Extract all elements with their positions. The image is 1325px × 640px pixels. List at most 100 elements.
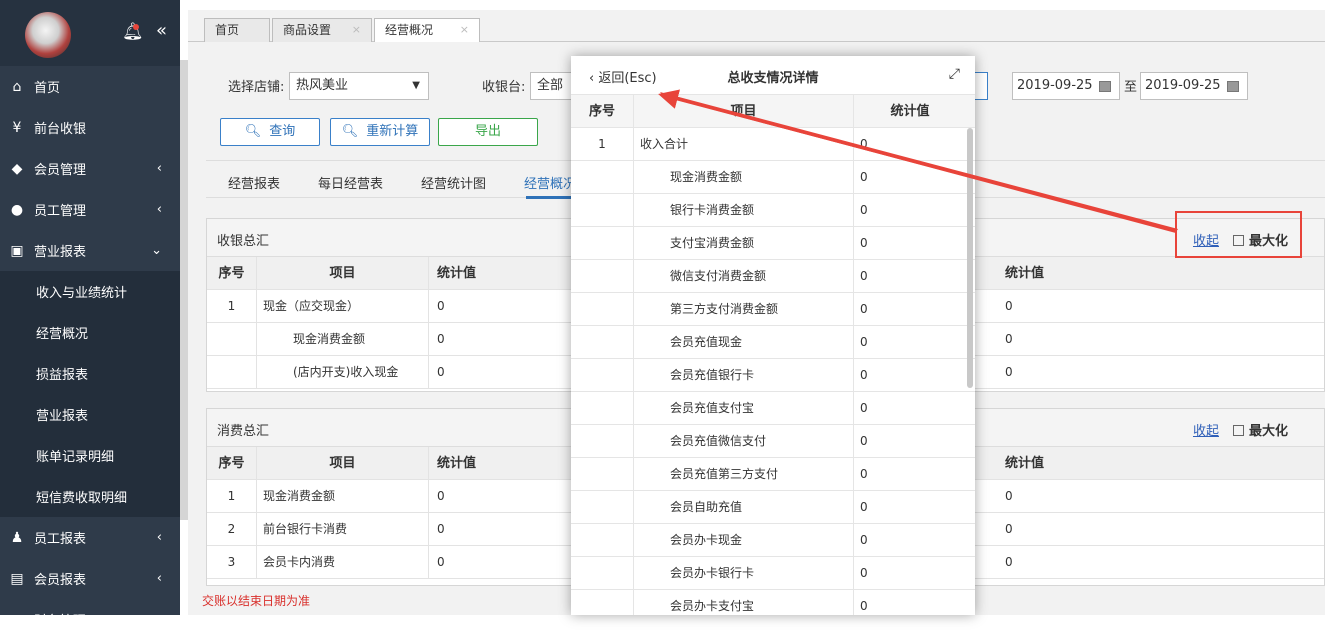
- tab-home[interactable]: 首页: [204, 18, 270, 42]
- sidebar-item[interactable]: ¥ 前台收银: [0, 107, 180, 148]
- table-cell: [571, 458, 634, 491]
- table-cell: 0: [437, 555, 445, 569]
- subtab-overview[interactable]: 经营概况: [524, 173, 576, 192]
- sidebar-item-label: 会员报表: [34, 573, 87, 588]
- table-cell: [571, 194, 634, 227]
- sidebar-item[interactable]: 营业报表: [0, 394, 180, 435]
- sidebar-item[interactable]: ▤ 会员报表 ‹: [0, 558, 180, 599]
- table-cell: 0: [860, 599, 868, 613]
- sidebar-item[interactable]: ◆ 会员管理 ‹: [0, 148, 180, 189]
- modal-header: ‹ 返回(Esc) 总收支情况详情 ⤢: [571, 56, 975, 95]
- tab-product-settings[interactable]: 商品设置 ×: [272, 18, 372, 42]
- table-cell: 0: [860, 236, 868, 250]
- table-cell: 会员充值银行卡: [634, 359, 854, 392]
- table-cell: 支付宝消费金额: [634, 227, 854, 260]
- sidebar-item-label: 账单记录明细: [36, 450, 115, 465]
- table-cell: 0: [437, 489, 445, 503]
- table-cell: 0: [860, 533, 868, 547]
- maximize-button[interactable]: 最大化: [1232, 420, 1288, 439]
- panel-title: 收银总汇: [217, 234, 270, 249]
- table-row: 第三方支付消费金额 0: [571, 293, 975, 326]
- sidebar-item[interactable]: ♟ 员工报表 ‹: [0, 517, 180, 558]
- table-row: 1 收入合计 0: [571, 128, 975, 161]
- table-cell: 会员充值第三方支付: [634, 458, 854, 491]
- table-cell: 2: [207, 513, 257, 546]
- sidebar-item-label: 营业报表: [36, 409, 89, 424]
- sidebar-item-label: 员工管理: [34, 204, 87, 219]
- table-row: 微信支付消费金额 0: [571, 260, 975, 293]
- sidebar-item[interactable]: 收入与业绩统计: [0, 271, 180, 312]
- table-cell: [571, 425, 634, 458]
- sidebar-item-label: 员工报表: [34, 532, 87, 547]
- expand-icon[interactable]: ⤢: [949, 66, 960, 82]
- query-button[interactable]: 🔍︎ 查询: [220, 118, 320, 146]
- table-cell: 会员办卡支付宝: [634, 590, 854, 615]
- table-row: 会员办卡银行卡 0: [571, 557, 975, 590]
- table-cell: 第三方支付消费金额: [634, 293, 854, 326]
- collapse-link[interactable]: 收起: [1193, 420, 1219, 439]
- store-label: 选择店铺:: [228, 80, 285, 95]
- sidebar-item[interactable]: 账单记录明细: [0, 435, 180, 476]
- table-cell: 现金消费金额: [634, 161, 854, 194]
- sidebar-item[interactable]: ● 员工管理 ‹: [0, 189, 180, 230]
- table-row: 现金消费金额 0: [571, 161, 975, 194]
- subtab-business-report[interactable]: 经营报表: [228, 173, 280, 192]
- table-row: 银行卡消费金额 0: [571, 194, 975, 227]
- sidebar-item[interactable]: ▣ 营业报表 ⌄: [0, 230, 180, 271]
- table-cell: 0: [860, 170, 868, 184]
- table-cell: 0: [1005, 332, 1013, 346]
- table-cell: 0: [1005, 489, 1013, 503]
- dropdown-caret-icon: ▼: [412, 80, 420, 91]
- subtab-stats-chart[interactable]: 经营统计图: [421, 173, 486, 192]
- table-cell: 0: [860, 269, 868, 283]
- cashier-label: 收银台:: [482, 80, 526, 95]
- modal-scrollbar[interactable]: [967, 128, 973, 388]
- sidebar-item[interactable]: 短信费收取明细: [0, 476, 180, 517]
- sidebar-scrollbar[interactable]: [180, 60, 188, 520]
- sidebar-item-label: 财务管理: [34, 614, 87, 629]
- table-cell: 0: [1005, 365, 1013, 379]
- table-header: 序号 项目 统计值: [571, 95, 975, 128]
- table-cell: 0: [860, 566, 868, 580]
- sidebar-item[interactable]: ▥ 财务管理 ‹: [0, 599, 180, 640]
- table-cell: 会员充值支付宝: [634, 392, 854, 425]
- export-button[interactable]: 导出: [438, 118, 538, 146]
- sidebar-item[interactable]: 经营概况: [0, 312, 180, 353]
- table-cell: [207, 356, 257, 389]
- table-cell: [571, 260, 634, 293]
- recalculate-button[interactable]: 🔍︎ 重新计算: [330, 118, 430, 146]
- table-row: 会员充值银行卡 0: [571, 359, 975, 392]
- store-select[interactable]: 热风美业 ▼: [289, 72, 429, 100]
- chevron-icon: ‹: [156, 612, 162, 627]
- calendar-icon[interactable]: [1227, 81, 1239, 92]
- table-cell: 会员自助充值: [634, 491, 854, 524]
- close-icon[interactable]: ×: [352, 19, 361, 41]
- calendar-icon[interactable]: [1099, 81, 1111, 92]
- sidebar-item-label: 营业报表: [34, 245, 87, 260]
- annotation-highlight-box: [1175, 211, 1302, 258]
- date-from-input[interactable]: 2019-09-25: [1012, 72, 1120, 100]
- table-cell: [571, 227, 634, 260]
- table-cell: 0: [437, 522, 445, 536]
- table-row: 会员办卡支付宝 0: [571, 590, 975, 615]
- table-cell: 3: [207, 546, 257, 579]
- staff-report-icon: ♟: [10, 529, 24, 546]
- table-row: 会员充值第三方支付 0: [571, 458, 975, 491]
- table-cell: [571, 590, 634, 615]
- date-to-input[interactable]: 2019-09-25: [1140, 72, 1248, 100]
- table-row: 会员充值支付宝 0: [571, 392, 975, 425]
- sidebar-item[interactable]: 损益报表: [0, 353, 180, 394]
- table-cell: [571, 359, 634, 392]
- sidebar-item[interactable]: ⌂ 首页: [0, 66, 180, 107]
- table-cell: 1: [207, 480, 257, 513]
- subtab-daily-report[interactable]: 每日经营表: [318, 173, 383, 192]
- avatar[interactable]: [25, 12, 71, 58]
- collapse-sidebar-icon[interactable]: «: [156, 20, 167, 41]
- table-cell: 0: [437, 365, 445, 379]
- table-cell: 0: [860, 368, 868, 382]
- table-cell: [571, 392, 634, 425]
- tab-business-overview[interactable]: 经营概况 ×: [374, 18, 480, 42]
- tab-bar: 首页 商品设置 × 经营概况 ×: [188, 10, 1325, 42]
- close-icon[interactable]: ×: [460, 19, 469, 41]
- table-row: 支付宝消费金额 0: [571, 227, 975, 260]
